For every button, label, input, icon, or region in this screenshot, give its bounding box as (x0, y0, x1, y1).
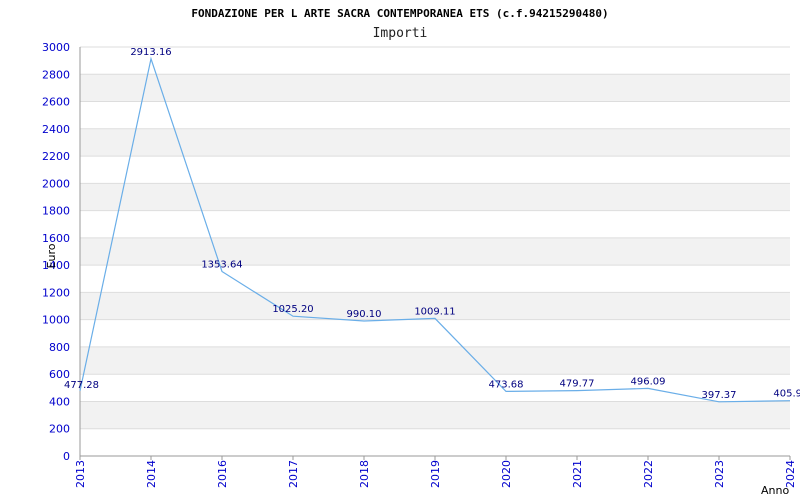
line-chart: 0200400600800100012001400160018002000220… (42, 7, 800, 497)
x-tick-label: 2020 (500, 460, 513, 488)
y-tick-label: 400 (49, 395, 70, 408)
grid-band (80, 401, 790, 429)
y-tick-label: 2400 (42, 123, 70, 136)
x-tick-label: 2019 (429, 460, 442, 488)
data-label: 990.10 (347, 309, 382, 320)
y-tick-label: 1000 (42, 314, 70, 327)
chart-subtitle: Importi (373, 26, 428, 41)
x-tick-label: 2017 (287, 460, 300, 488)
y-tick-label: 2800 (42, 68, 70, 81)
x-tick-label: 2016 (216, 460, 229, 488)
y-tick-label: 1600 (42, 232, 70, 245)
x-tick-label: 2013 (74, 460, 87, 488)
data-label: 2913.16 (130, 47, 171, 58)
y-tick-label: 2600 (42, 96, 70, 109)
x-tick-label: 2018 (358, 460, 371, 488)
x-tick-label: 2023 (713, 460, 726, 488)
y-tick-label: 800 (49, 341, 70, 354)
grid-band (80, 183, 790, 211)
grid-band (80, 128, 790, 157)
y-tick-label: 1800 (42, 205, 70, 218)
y-tick-label: 0 (63, 450, 70, 463)
grid-band (80, 237, 790, 266)
y-tick-label: 1200 (42, 286, 70, 299)
data-label: 479.77 (560, 379, 595, 390)
data-label: 397.37 (702, 390, 737, 401)
grid-bands (80, 74, 790, 429)
x-tick-label: 2021 (571, 460, 584, 488)
y-tick-label: 2200 (42, 150, 70, 163)
y-tick-label: 2000 (42, 177, 70, 190)
grid-band (80, 74, 790, 102)
data-label: 1353.64 (201, 259, 242, 270)
x-axis-label: Anno (761, 484, 789, 497)
data-label: 477.28 (64, 380, 99, 391)
y-tick-label: 200 (49, 423, 70, 436)
y-axis-label: Euro (45, 243, 58, 268)
chart-title: FONDAZIONE PER L ARTE SACRA CONTEMPORANE… (191, 7, 608, 20)
x-tick-label: 2022 (642, 460, 655, 488)
data-label: 473.68 (489, 379, 524, 390)
grid-band (80, 346, 790, 375)
data-label: 1025.20 (272, 304, 313, 315)
data-label: 1009.11 (414, 306, 455, 317)
x-tick-marks (79, 456, 791, 460)
x-tick-label: 2014 (145, 460, 158, 488)
y-tick-label: 3000 (42, 41, 70, 54)
data-label: 496.09 (631, 376, 666, 387)
data-label: 405.9 (773, 389, 800, 400)
x-tick-labels: 2013 2014 2016 2017 2018 2019 2020 2021 2022 2023… (74, 460, 797, 488)
